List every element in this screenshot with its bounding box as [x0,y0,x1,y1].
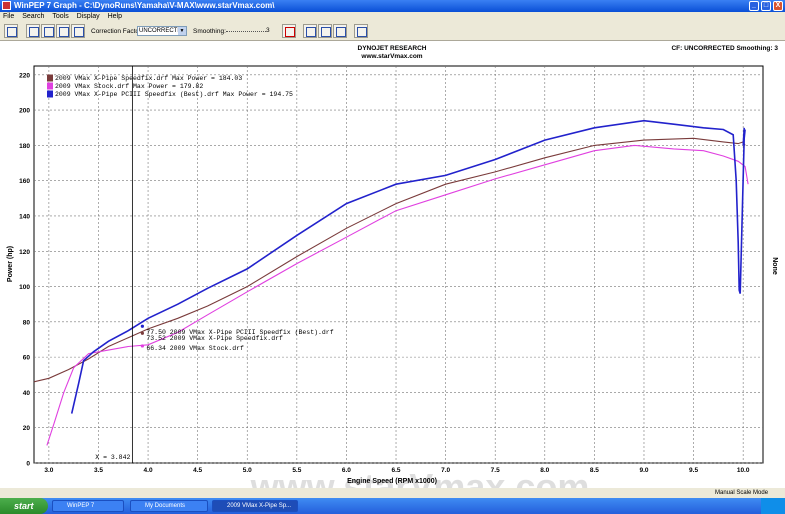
window-title: WinPEP 7 Graph - C:\DynoRuns\Yamaha\V-MA… [14,1,275,10]
y-tick-label: 60 [23,355,31,362]
print-button[interactable] [303,24,317,38]
cursor-button[interactable] [354,24,368,38]
x-tick-label: 5.0 [243,467,252,474]
grid-view-button[interactable] [4,24,18,38]
slider-track [226,31,266,32]
x-tick-label: 6.5 [391,467,400,474]
y-tick-label: 160 [19,178,30,185]
x-tick-label: 8.0 [540,467,549,474]
y-tick-label: 100 [19,284,30,291]
menu-file[interactable]: File [3,13,14,20]
legend-entry: 2009 VMax X-Pipe Speedfix.drf Max Power … [55,75,242,82]
scale-mode: Manual Scale Mode [715,490,769,496]
plot-area [33,65,764,464]
legend-entry: 2009 VMax Stock.drf Max Power = 179.82 [55,83,203,90]
x-tick-label: 3.0 [44,467,53,474]
readout-marker [140,324,144,328]
x-tick-label: 4.0 [144,467,153,474]
open-run-button[interactable] [26,24,40,38]
crosshair-icon [357,27,367,37]
delete-icon [285,27,295,37]
minimize-button[interactable]: _ [749,1,759,11]
site-name: www.starVmax.com [360,53,422,60]
smoothing-slider[interactable]: 3 [226,26,274,36]
y-tick-label: 0 [26,461,30,468]
menu-display[interactable]: Display [77,13,100,20]
y-tick-label: 20 [23,425,31,432]
menu-tools[interactable]: Tools [52,13,68,20]
y-tick-label: 80 [23,319,31,326]
folder-icon [29,27,39,37]
toolbar: Correction Factor: UNCORRECTED ▼ Smoothi… [0,22,785,41]
title-bar: WinPEP 7 Graph - C:\DynoRuns\Yamaha\V-MA… [0,0,785,12]
legend-swatch [47,74,53,82]
x-tick-label: 6.0 [342,467,351,474]
x-axis-label: Engine Speed (RPM x1000) [347,478,437,485]
x-tick-label: 3.5 [94,467,103,474]
graph-icon [44,27,54,37]
x-tick-label: 9.5 [689,467,698,474]
chevron-down-icon: ▼ [178,27,186,35]
legend-swatch [47,82,53,90]
right-axis-label: None [771,257,778,275]
copy-button[interactable] [318,24,332,38]
y-tick-label: 180 [19,143,30,150]
menu-bar: File Search Tools Display Help [0,12,785,22]
y-tick-label: 120 [19,249,30,256]
x-tick-label: 7.0 [441,467,450,474]
y-axis-label: Power (hp) [7,246,14,282]
overlay-button[interactable] [56,24,70,38]
cursor-readout: 73.52 2009 VMax X-Pipe Speedfix.drf [146,335,283,342]
y-tick-label: 220 [19,72,30,79]
x-tick-label: 4.5 [193,467,202,474]
graph-button[interactable] [41,24,55,38]
grid-icon [7,27,17,37]
readout-marker [140,344,144,348]
x-tick-label: 8.5 [590,467,599,474]
table-icon [74,27,84,37]
menu-search[interactable]: Search [22,13,44,20]
export-icon [336,27,346,37]
app-icon [2,1,11,10]
cursor-x-label: X = 3.842 [95,454,130,461]
legend-entry: 2009 VMax X-Pipe PCIII Speedfix (Best).d… [55,91,293,98]
smoothing-label: Smoothing: [193,28,226,35]
legend-swatch [47,90,53,98]
print-icon [306,27,316,37]
task-winpep[interactable]: WinPEP 7 [52,500,124,512]
export-button[interactable] [333,24,347,38]
graph-panel: DYNOJET RESEARCH www.starVmax.com CF: UN… [0,41,785,507]
table-button[interactable] [71,24,85,38]
smoothing-value: 3 [266,27,270,34]
power-chart[interactable]: DYNOJET RESEARCH www.starVmax.com CF: UN… [0,41,785,507]
x-tick-label: 7.5 [491,467,500,474]
correction-factor-label: Correction Factor: [91,28,144,35]
readout-marker [140,331,144,335]
y-tick-label: 140 [19,213,30,220]
system-tray [761,498,785,514]
task-my-documents[interactable]: My Documents [130,500,208,512]
x-tick-label: 5.5 [292,467,301,474]
close-button[interactable]: X [773,1,783,11]
y-tick-label: 40 [23,390,31,397]
overlay-icon [59,27,69,37]
cursor-readout: 66.34 2009 VMax Stock.drf [146,345,244,352]
maximize-button[interactable]: □ [761,1,771,11]
y-tick-label: 200 [19,108,30,115]
delete-run-button[interactable] [282,24,296,38]
menu-help[interactable]: Help [108,13,122,20]
x-tick-label: 10.0 [737,467,750,474]
task-graph-file[interactable]: 2009 VMax X-Pipe Sp... [212,500,298,512]
company-name: DYNOJET RESEARCH [358,45,427,52]
correction-factor-select[interactable]: UNCORRECTED ▼ [137,26,187,36]
taskbar: start WinPEP 7 My Documents 2009 VMax X-… [0,498,785,514]
start-button[interactable]: start [0,498,48,514]
copy-icon [321,27,331,37]
status-bar: Manual Scale Mode [0,488,785,498]
x-tick-label: 9.0 [639,467,648,474]
cf-text: CF: UNCORRECTED Smoothing: 3 [671,45,778,52]
